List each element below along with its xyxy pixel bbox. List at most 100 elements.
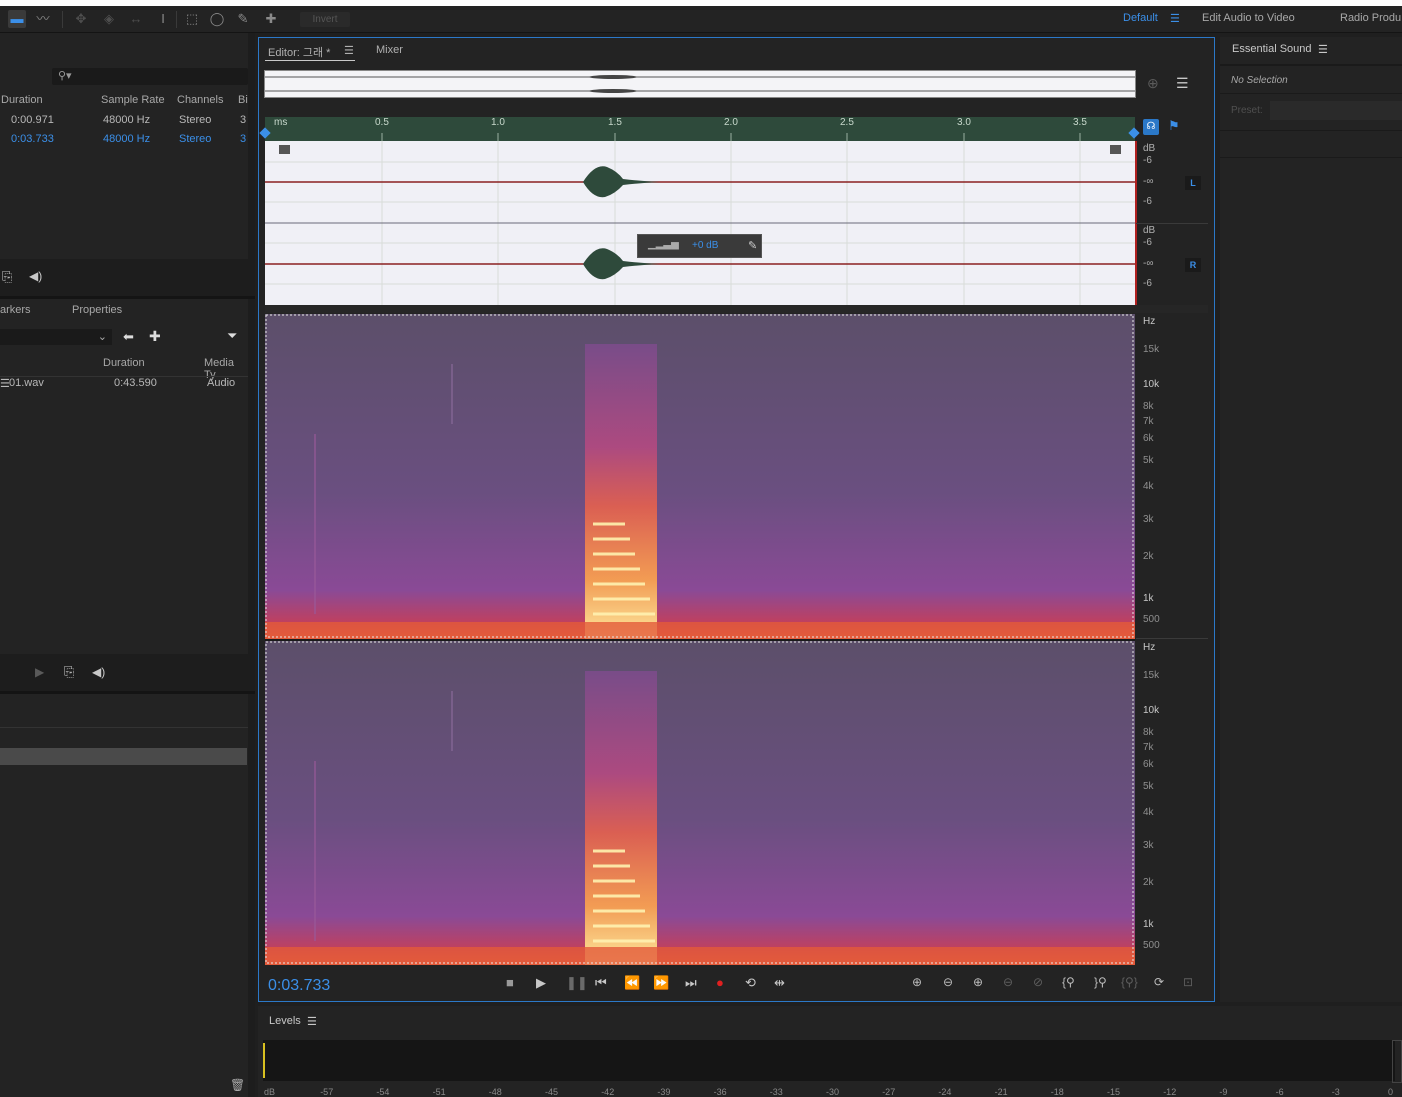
active-tab-underline <box>265 60 355 61</box>
workspace-radio-production[interactable]: Radio Produ <box>1340 12 1401 24</box>
skip-selection-icon[interactable]: ⇹ <box>774 975 785 991</box>
stop-icon[interactable]: ■ <box>506 975 514 990</box>
zoom-selection-both-icon[interactable]: {⚲} <box>1121 975 1138 989</box>
col-channels[interactable]: Channels <box>177 94 223 106</box>
paintbrush-selection-icon[interactable]: ✎ <box>234 10 252 28</box>
pin-icon[interactable]: ⚑ <box>1168 118 1180 134</box>
invert-button[interactable]: Invert <box>300 12 350 27</box>
lasso-selection-icon[interactable]: ◯ <box>208 10 226 28</box>
overview-navigator[interactable] <box>264 70 1136 98</box>
table-row[interactable]: 0:00.971 48000 Hz Stereo 3 <box>0 114 248 131</box>
divider <box>1220 157 1402 158</box>
autoplay-icon[interactable]: ◀) <box>29 269 42 283</box>
panel-menu-icon[interactable]: ☰ <box>307 1015 317 1028</box>
preset-dropdown[interactable] <box>1270 101 1402 120</box>
autoplay-icon[interactable]: ◀) <box>92 665 105 679</box>
essential-sound-title[interactable]: Essential Sound <box>1232 43 1312 55</box>
list-item-selected[interactable] <box>0 748 247 765</box>
zoom-out-full-icon[interactable]: ⊘ <box>1033 975 1043 989</box>
levels-title[interactable]: Levels <box>269 1015 301 1027</box>
workspace-default[interactable]: Default <box>1123 12 1158 24</box>
zoom-out-amplitude-icon[interactable]: ⊖ <box>943 975 953 989</box>
zoom-selection-right-icon[interactable]: }⚲ <box>1094 975 1107 989</box>
record-icon[interactable]: ● <box>716 975 724 990</box>
filter-icon[interactable]: ⏷ <box>227 328 237 344</box>
panel-menu-icon[interactable]: ☰ <box>1318 43 1328 56</box>
time-ruler[interactable]: ms 0.5 1.0 1.5 2.0 2.5 3.0 3.5 <box>259 117 1140 141</box>
back-arrow-icon[interactable]: ⬅ <box>123 329 134 345</box>
list-item[interactable]: ☰ 01.wav 0:43.590 Audio <box>0 377 248 394</box>
channel-right-toggle[interactable]: R <box>1185 258 1201 272</box>
razor-tool-icon[interactable]: ◈ <box>100 10 118 28</box>
menu-list-icon[interactable]: ☰ <box>1176 75 1189 92</box>
hz-label: 15k <box>1143 670 1160 681</box>
table-row-selected[interactable]: 0:03.733 48000 Hz Stereo 3 <box>0 133 248 150</box>
files-search-input[interactable]: ⚲▾ <box>52 68 248 85</box>
editor-menu-icon[interactable]: ☰ <box>344 44 354 57</box>
export-icon[interactable]: ⎘ <box>2 269 12 285</box>
col-duration[interactable]: Duration <box>103 357 145 369</box>
tab-markers[interactable]: arkers <box>0 304 31 316</box>
level-meter <box>263 1040 1395 1081</box>
trash-icon[interactable]: 🗑 <box>230 1078 245 1092</box>
waveform-display[interactable] <box>265 141 1135 305</box>
move-tool-icon[interactable]: ✥ <box>72 10 90 28</box>
ruler-ticks <box>381 133 1081 141</box>
media-type: Audio <box>207 377 236 389</box>
channel-left-toggle[interactable]: L <box>1185 176 1201 190</box>
zoom-selection-icon[interactable]: {⚲ <box>1062 975 1075 989</box>
divider <box>1136 638 1208 639</box>
tab-properties[interactable]: Properties <box>72 304 122 316</box>
play-icon[interactable]: ▶ <box>35 665 44 679</box>
fast-forward-icon[interactable]: ⏩ <box>653 975 669 991</box>
gain-knob-icon[interactable]: ◔ <box>670 237 679 254</box>
slip-tool-icon[interactable]: ↔ <box>127 10 145 28</box>
chevron-down-icon: ⌄ <box>97 331 107 343</box>
meter-scale-label: -51 <box>432 1087 446 1097</box>
pause-icon[interactable]: ❚❚ <box>566 975 588 991</box>
add-icon[interactable]: ✚ <box>149 328 161 345</box>
workspace-edit-audio-to-video[interactable]: Edit Audio to Video <box>1202 12 1295 24</box>
view-splitter[interactable] <box>265 305 1208 313</box>
skip-to-end-icon[interactable]: ⏭ <box>685 975 697 991</box>
marquee-selection-icon[interactable]: ⬚ <box>183 10 201 28</box>
zoom-reset-icon[interactable]: ⟳ <box>1154 975 1164 989</box>
rewind-icon[interactable]: ⏪ <box>624 975 640 991</box>
tab-mixer[interactable]: Mixer <box>376 44 403 56</box>
zoom-out-full-icon[interactable]: ⊕ <box>1147 75 1159 92</box>
gain-value[interactable]: +0 dB <box>692 240 718 251</box>
play-icon[interactable]: ▶ <box>536 975 546 991</box>
row-channels: Stereo <box>179 114 212 126</box>
clip-indicator[interactable] <box>1392 1040 1402 1083</box>
zoom-fit-icon[interactable]: ⊡ <box>1183 975 1193 989</box>
zoom-in-time-icon[interactable]: ⊕ <box>973 975 983 989</box>
waveform-view-icon[interactable]: ▬ <box>8 10 26 28</box>
loop-icon[interactable]: ⟲ <box>745 975 756 991</box>
spectral-display-left[interactable] <box>265 314 1135 639</box>
col-duration[interactable]: Duration <box>1 94 43 106</box>
tab-editor[interactable]: Editor: 그래 * <box>268 44 330 60</box>
meter-scale-label: -3 <box>1331 1087 1340 1097</box>
time-selection-tool-icon[interactable]: I <box>154 10 172 28</box>
spot-healing-brush-icon[interactable]: ✚ <box>262 10 280 28</box>
pin-hud-icon[interactable]: ✎ <box>748 239 757 252</box>
skip-to-start-icon[interactable]: ⏮ <box>595 975 607 991</box>
headphones-icon[interactable]: ☊ <box>1143 119 1159 135</box>
zoom-out-time-icon[interactable]: ⊖ <box>1003 975 1013 989</box>
current-time-display[interactable]: 0:03.733 <box>268 977 330 995</box>
zoom-in-amplitude-icon[interactable]: ⊕ <box>912 975 922 989</box>
row-rate: 48000 Hz <box>103 133 151 145</box>
markers-filter-dropdown[interactable]: ⌄ <box>0 329 112 345</box>
export-icon[interactable]: ⎘ <box>64 664 74 680</box>
spectral-display-right[interactable] <box>265 641 1135 965</box>
meter-scale-label: -9 <box>1219 1087 1228 1097</box>
col-sample-rate[interactable]: Sample Rate <box>101 94 165 106</box>
hz-label: Hz <box>1143 316 1156 327</box>
meter-scale-label: -12 <box>1163 1087 1177 1097</box>
hz-label: 1k <box>1143 919 1154 930</box>
workspace-menu-icon[interactable]: ☰ <box>1170 12 1180 25</box>
gain-hud[interactable]: ▁▂▃▅ ◔ +0 dB ✎ <box>637 234 762 258</box>
col-bits[interactable]: Bi <box>238 94 248 106</box>
spectral-view-icon[interactable]: 〰 <box>34 10 52 28</box>
meter-scale-label: -30 <box>826 1087 840 1097</box>
